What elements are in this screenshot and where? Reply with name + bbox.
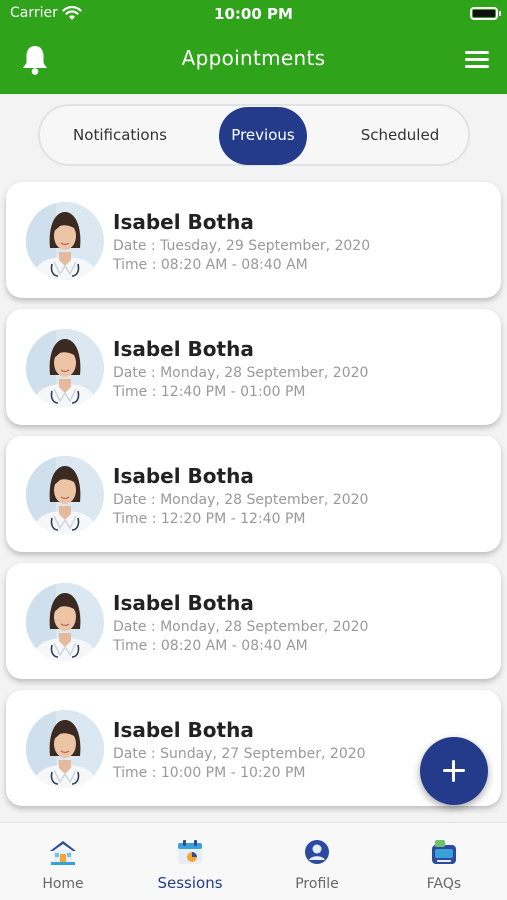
appointment-time: Time : 12:20 PM - 12:40 PM: [113, 511, 306, 527]
tab-sessions[interactable]: Sessions: [127, 823, 253, 900]
bottom-tab-bar: Home Sessions Profile FAQs: [0, 822, 507, 900]
status-time: 10:00 PM: [214, 5, 293, 23]
appointment-time: Time : 08:20 AM - 08:40 AM: [113, 257, 308, 273]
page-title: Appointments: [181, 46, 326, 70]
app-header: Carrier 10:00 PM Appointments: [0, 0, 507, 94]
doctor-avatar: [26, 710, 104, 788]
doctor-avatar: [26, 202, 104, 280]
appointment-filter-segmented-control: Notifications Previous Scheduled: [38, 104, 470, 166]
segment-scheduled[interactable]: Scheduled: [345, 106, 455, 164]
tab-home[interactable]: Home: [0, 823, 126, 900]
appointment-date: Date : Sunday, 27 September, 2020: [113, 746, 366, 762]
add-appointment-button[interactable]: [420, 737, 488, 805]
doctor-avatar: [26, 456, 104, 534]
tab-faqs[interactable]: FAQs: [381, 823, 507, 900]
profile-icon: [305, 840, 329, 864]
tab-label-sessions: Sessions: [157, 874, 223, 892]
home-icon: [50, 841, 76, 865]
appointment-time: Time : 12:40 PM - 01:00 PM: [113, 384, 306, 400]
appointment-time: Time : 08:20 AM - 08:40 AM: [113, 638, 308, 654]
segment-notifications[interactable]: Notifications: [60, 106, 180, 164]
tab-label-home: Home: [42, 876, 84, 892]
appointment-date: Date : Monday, 28 September, 2020: [113, 365, 369, 381]
appointment-time: Time : 10:00 PM - 10:20 PM: [113, 765, 306, 781]
tab-label-faqs: FAQs: [426, 876, 462, 892]
appointment-date: Date : Tuesday, 29 September, 2020: [113, 238, 371, 254]
appointment-card[interactable]: Isabel Botha Date : Monday, 28 September…: [6, 309, 501, 425]
battery-icon: [470, 7, 501, 20]
doctor-avatar: [26, 583, 104, 661]
appointment-date: Date : Monday, 28 September, 2020: [113, 492, 369, 508]
menu-icon[interactable]: [465, 51, 489, 69]
appointment-card[interactable]: Isabel Botha Date : Tuesday, 29 Septembe…: [6, 182, 501, 298]
doctor-name: Isabel Botha: [113, 464, 254, 488]
doctor-name: Isabel Botha: [113, 210, 254, 234]
tab-label-profile: Profile: [295, 876, 339, 892]
appointment-card[interactable]: Isabel Botha Date : Monday, 28 September…: [6, 563, 501, 679]
appointment-card[interactable]: Isabel Botha Date : Monday, 28 September…: [6, 436, 501, 552]
doctor-avatar: [26, 329, 104, 407]
tab-profile[interactable]: Profile: [254, 823, 380, 900]
status-bar: Carrier 10:00 PM: [0, 0, 507, 28]
faq-icon: [432, 840, 456, 864]
doctor-name: Isabel Botha: [113, 337, 254, 361]
doctor-name: Isabel Botha: [113, 718, 254, 742]
doctor-name: Isabel Botha: [113, 591, 254, 615]
segment-previous[interactable]: Previous: [219, 107, 307, 165]
appointment-date: Date : Monday, 28 September, 2020: [113, 619, 369, 635]
calendar-icon: [178, 840, 202, 864]
